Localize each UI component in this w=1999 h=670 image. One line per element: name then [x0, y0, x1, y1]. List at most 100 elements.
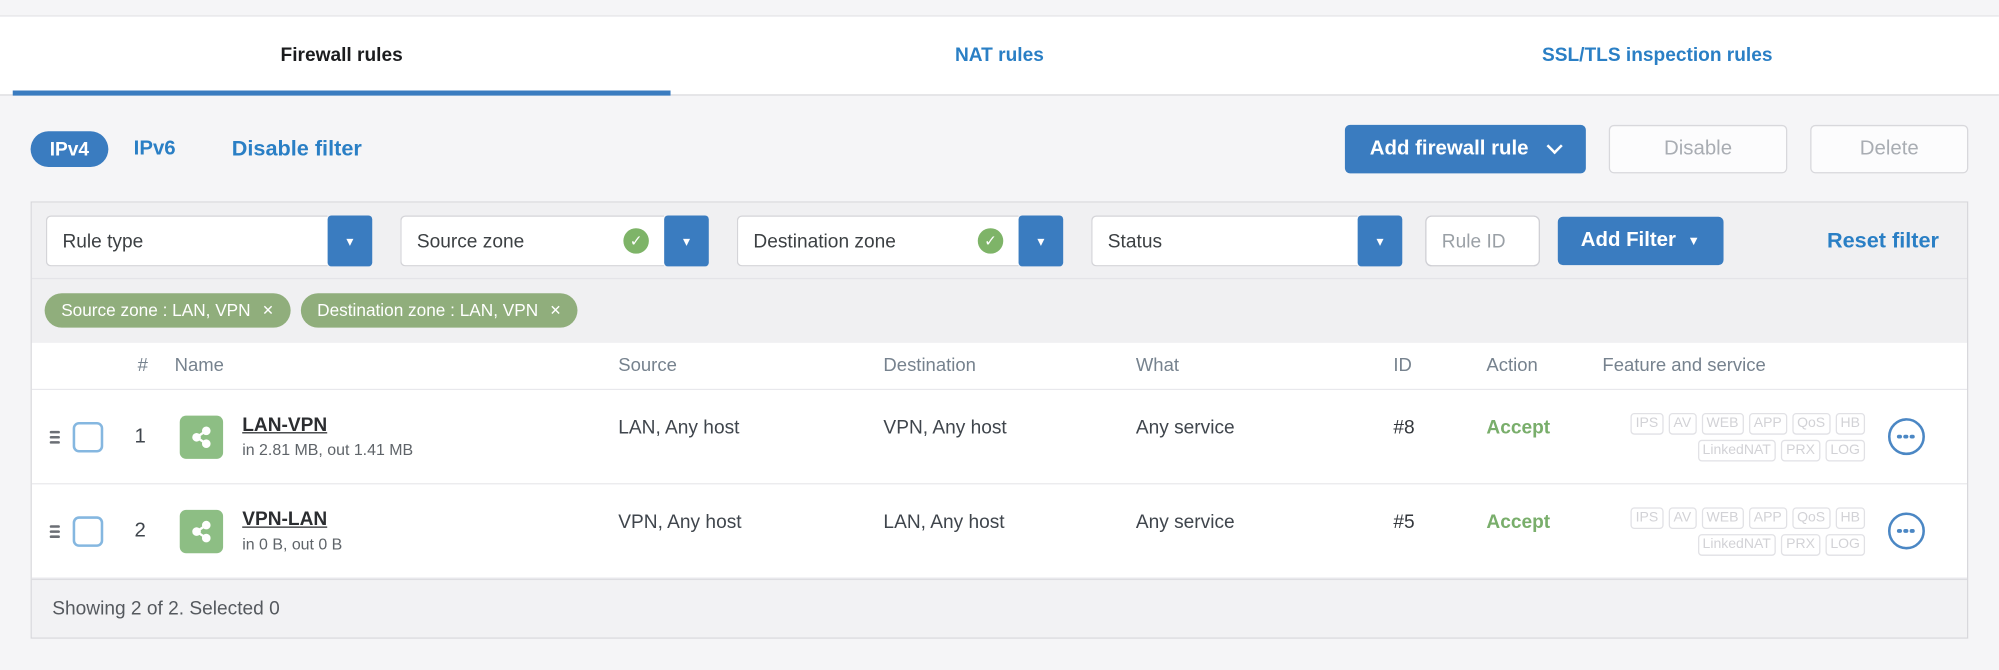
filter-chip-label: Source zone : LAN, VPN	[61, 300, 251, 320]
add-filter-button[interactable]: Add Filter ▼	[1557, 216, 1723, 266]
tab-nat-rules[interactable]: NAT rules	[671, 17, 1329, 95]
feature-badge: QoS	[1791, 506, 1831, 529]
source-zone-label: Source zone	[416, 230, 525, 252]
row-menu-ellipsis-button[interactable]	[1887, 418, 1925, 456]
ipv6-toggle[interactable]: IPv6	[134, 138, 176, 161]
rule-name-block: VPN-LAN in 0 B, out 0 B	[242, 509, 342, 554]
rule-what: Any service	[1135, 416, 1235, 439]
rule-type-dropdown-arrow-icon[interactable]: ▾	[327, 215, 373, 267]
rule-id-input[interactable]	[1425, 215, 1540, 267]
rule-destination: LAN, Any host	[883, 511, 1005, 533]
share-icon	[192, 520, 211, 542]
feature-badge: WEB	[1701, 506, 1744, 529]
rule-type-dropdown[interactable]: Rule type ▾	[45, 215, 373, 267]
rule-action: Accept	[1486, 416, 1551, 439]
remove-chip-icon[interactable]: ✕	[550, 302, 562, 318]
ipv4-toggle[interactable]: IPv4	[30, 131, 109, 167]
status-dropdown-arrow-icon[interactable]: ▾	[1357, 215, 1403, 267]
drag-handle-icon[interactable]	[49, 524, 60, 538]
table-row: 1 LAN-VPN in 2.81 MB, out 1.41 MB LAN, A…	[31, 390, 1968, 485]
filter-chip-source-zone: Source zone : LAN, VPN ✕	[44, 293, 291, 328]
row-count-summary: Showing 2 of 2. Selected 0	[52, 597, 280, 620]
row-checkbox[interactable]	[72, 421, 104, 452]
network-rule-icon	[179, 509, 224, 553]
filter-area: Rule type ▾ Source zone ✓ ▾ Destination …	[31, 202, 1968, 343]
rule-id: #5	[1393, 511, 1415, 533]
destination-zone-check-icon: ✓	[977, 228, 1004, 254]
filter-row: Rule type ▾ Source zone ✓ ▾ Destination …	[31, 203, 1968, 280]
col-header-id: ID	[1393, 355, 1412, 377]
active-filter-chips: Source zone : LAN, VPN ✕ Destination zon…	[32, 279, 1967, 343]
chevron-down-icon	[1546, 137, 1563, 154]
feature-badge: APP	[1748, 412, 1787, 435]
rule-type-dropdown-value[interactable]: Rule type	[45, 215, 328, 267]
add-firewall-rule-button[interactable]: Add firewall rule	[1344, 124, 1586, 174]
source-zone-dropdown-value[interactable]: Source zone ✓	[400, 215, 665, 267]
rules-panel: Rule type ▾ Source zone ✓ ▾ Destination …	[30, 201, 1969, 639]
col-header-what: What	[1135, 355, 1179, 377]
rule-name-link[interactable]: LAN-VPN	[242, 414, 413, 436]
destination-zone-label: Destination zone	[753, 230, 896, 252]
feature-badge: IPS	[1630, 412, 1664, 435]
status-dropdown-value[interactable]: Status	[1091, 215, 1358, 267]
reset-filter-link[interactable]: Reset filter	[1827, 228, 1939, 253]
feature-badge: WEB	[1701, 412, 1744, 435]
feature-badge: LinkedNAT	[1697, 533, 1776, 556]
rule-source: LAN, Any host	[618, 416, 740, 439]
tab-bar: Firewall rules NAT rules SSL/TLS inspect…	[0, 15, 1999, 96]
feature-badge: AV	[1668, 412, 1697, 435]
rule-name-link[interactable]: VPN-LAN	[242, 509, 342, 531]
delete-button[interactable]: Delete	[1810, 124, 1969, 174]
col-header-destination: Destination	[883, 355, 976, 377]
drag-handle-icon[interactable]	[49, 430, 60, 443]
source-zone-check-icon: ✓	[623, 228, 649, 254]
col-header-source: Source	[618, 355, 677, 377]
disable-button[interactable]: Disable	[1608, 124, 1788, 174]
col-header-feature-and-service: Feature and service	[1602, 355, 1766, 377]
share-icon	[192, 425, 211, 448]
row-number: 2	[134, 519, 146, 542]
rule-id: #8	[1393, 416, 1415, 439]
rule-traffic: in 0 B, out 0 B	[242, 535, 343, 554]
tab-ssl-tls-inspection-rules[interactable]: SSL/TLS inspection rules	[1328, 17, 1986, 95]
rule-name-block: LAN-VPN in 2.81 MB, out 1.41 MB	[242, 414, 413, 459]
remove-chip-icon[interactable]: ✕	[262, 302, 274, 318]
source-zone-dropdown-arrow-icon[interactable]: ▾	[664, 215, 709, 267]
network-rule-icon	[179, 414, 224, 459]
row-checkbox[interactable]	[72, 515, 104, 547]
source-zone-dropdown[interactable]: Source zone ✓ ▾	[400, 215, 709, 267]
status-dropdown[interactable]: Status ▾	[1091, 215, 1403, 267]
table-header: # Name Source Destination What ID Action…	[31, 342, 1968, 391]
col-header-number: #	[137, 355, 148, 377]
destination-zone-dropdown-arrow-icon[interactable]: ▾	[1018, 215, 1064, 267]
feature-badge: PRX	[1781, 439, 1821, 461]
add-firewall-rule-label: Add firewall rule	[1369, 137, 1529, 160]
feature-badge: PRX	[1781, 533, 1821, 556]
triangle-down-icon: ▼	[1687, 233, 1701, 248]
rule-name-cell: LAN-VPN in 2.81 MB, out 1.41 MB	[170, 414, 614, 459]
rule-source: VPN, Any host	[618, 511, 742, 533]
disable-filter-link[interactable]: Disable filter	[232, 136, 362, 161]
feature-badges: IPS AV WEB APP QoS HB LinkedNAT PRX LOG	[1585, 412, 1878, 461]
rule-name-cell: VPN-LAN in 0 B, out 0 B	[170, 509, 614, 554]
firewall-rules-page: Firewall rules NAT rules SSL/TLS inspect…	[0, 0, 1999, 670]
col-header-action: Action	[1486, 355, 1538, 377]
row-number: 1	[134, 425, 146, 447]
rule-what: Any service	[1135, 511, 1235, 533]
feature-badge: AV	[1668, 506, 1697, 529]
add-filter-label: Add Filter	[1580, 229, 1676, 252]
destination-zone-dropdown[interactable]: Destination zone ✓ ▾	[736, 215, 1064, 267]
filter-chip-destination-zone: Destination zone : LAN, VPN ✕	[300, 293, 578, 328]
feature-badge: QoS	[1791, 412, 1831, 435]
feature-badge: LinkedNAT	[1697, 439, 1776, 461]
destination-zone-dropdown-value[interactable]: Destination zone ✓	[736, 215, 1019, 267]
row-menu-ellipsis-button[interactable]	[1887, 512, 1925, 550]
col-header-name: Name	[174, 355, 224, 377]
table-footer: Showing 2 of 2. Selected 0	[31, 578, 1968, 638]
tab-firewall-rules[interactable]: Firewall rules	[12, 17, 671, 96]
rule-action: Accept	[1486, 511, 1551, 533]
controls-row: IPv4 IPv6 Disable filter Add firewall ru…	[30, 122, 1969, 176]
rule-destination: VPN, Any host	[883, 416, 1007, 439]
feature-badge: HB	[1835, 506, 1866, 529]
feature-badge: IPS	[1630, 506, 1664, 529]
